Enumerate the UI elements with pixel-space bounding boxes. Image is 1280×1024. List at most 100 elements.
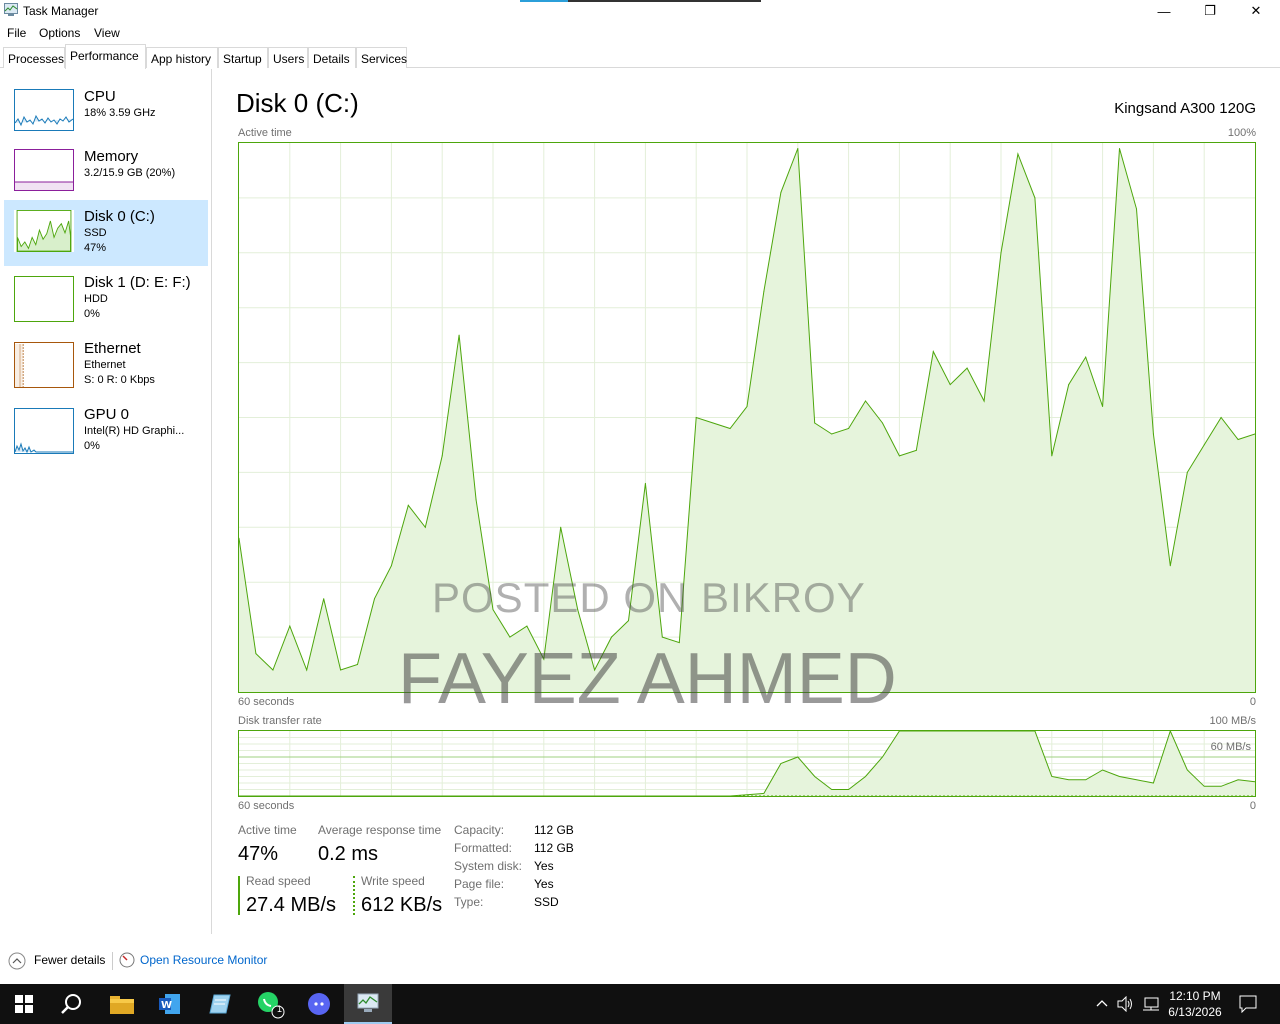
formatted-value: 112 GB [534,841,574,855]
resource-monitor-icon [119,952,135,968]
maximize-button[interactable]: ❐ [1187,0,1233,22]
active-time-data-point [763,290,765,292]
speaker-icon[interactable] [1117,996,1135,1012]
sidebar-item-label: Ethernet [84,340,141,357]
open-resource-monitor-link[interactable]: Open Resource Monitor [140,953,267,967]
sidebar-item-disk1[interactable]: Disk 1 (D: E: F:) HDD 0% [4,266,208,332]
chevron-up-icon[interactable] [8,952,26,970]
sidebar-item-usage: 0% [84,308,100,320]
sidebar-item-label: Disk 1 (D: E: F:) [84,274,191,291]
title-bar: Task Manager — ❐ ✕ [0,0,1280,22]
active-time-data-point [526,625,528,627]
active-time-data-point [932,351,934,353]
search-icon [61,994,81,1014]
gpu-thumbnail-graph [14,408,74,454]
system-clock[interactable]: 12:10 PM 6/13/2026 [1160,988,1230,1020]
task-manager-icon [357,993,379,1012]
sidebar-item-disk0[interactable]: Disk 0 (C:) SSD 47% [4,200,208,266]
notification-icon[interactable] [1239,995,1257,1013]
tab-users[interactable]: Users [268,47,308,68]
search-button[interactable] [48,984,96,1024]
active-time-data-point [475,499,477,501]
active-time-data-point [1068,384,1070,386]
active-time-data-point [1102,406,1104,407]
write-speed-label: Write speed [361,874,425,888]
task-manager-taskbar-button[interactable] [344,984,392,1024]
focus-indicator [520,0,761,2]
minimize-button[interactable]: — [1141,0,1187,22]
avg-response-label: Average response time [318,823,442,837]
whatsapp-button[interactable]: 1 [246,984,294,1024]
capacity-value: 112 GB [534,823,574,837]
sidebar-item-throughput: S: 0 R: 0 Kbps [84,374,155,386]
active-time-data-point [712,422,714,424]
transfer-rate-x-label: 60 seconds [238,800,295,812]
sidebar-item-detail: HDD [84,293,108,305]
close-button[interactable]: ✕ [1233,0,1279,22]
sidebar-item-gpu0[interactable]: GPU 0 Intel(R) HD Graphi... 0% [4,398,208,464]
type-label: Type: [454,895,484,909]
sidebar-item-detail: Intel(R) HD Graphi... [84,425,185,437]
active-time-data-point [983,400,985,402]
active-time-stat-label: Active time [238,823,297,837]
read-speed-label: Read speed [246,874,311,888]
disk1-thumbnail-graph [14,276,74,322]
system-disk-label: System disk: [454,859,523,873]
taskbar: W 1 12:10 PM 6/13/2026 [0,984,1280,1024]
active-time-data-point [1085,356,1087,358]
discord-icon [308,993,330,1015]
active-time-max-label: 100% [1227,127,1256,139]
chevron-up-icon[interactable] [1096,998,1108,1008]
tab-services[interactable]: Services [356,47,407,68]
sidebar-item-label: GPU 0 [84,406,130,423]
menu-options[interactable]: Options [39,26,80,40]
file-explorer-button[interactable] [98,984,146,1024]
active-time-data-point [1051,455,1053,457]
word-button[interactable]: W [146,984,194,1024]
sidebar-item-memory[interactable]: Memory 3.2/15.9 GB (20%) [4,129,208,195]
tab-app-history[interactable]: App history [146,47,218,68]
fewer-details-button[interactable]: Fewer details [34,953,105,967]
page-file-label: Page file: [454,877,505,891]
watermark-line1: POSTED ON BIKROY [432,574,866,621]
network-icon[interactable] [1142,996,1160,1012]
sidebar-item-cpu[interactable]: CPU 18% 3.59 GHz [4,69,208,135]
notes-app-button[interactable] [196,984,244,1024]
active-time-data-point [306,669,308,671]
active-time-data-point [390,565,392,567]
tab-processes[interactable]: Processes [3,47,65,68]
active-time-data-point [729,428,731,429]
tab-startup[interactable]: Startup [218,47,268,68]
active-time-data-point [1034,197,1036,199]
active-time-data-point [560,526,562,528]
active-time-data-point [865,400,866,402]
active-time-data-point [780,191,782,193]
transfer-rate-zero-label: 0 [1249,800,1256,812]
window-title: Task Manager [23,4,99,18]
footer-divider [112,952,113,970]
menu-view[interactable]: View [94,26,120,40]
active-time-data-point [1237,439,1239,440]
active-time-data-point [357,664,358,665]
start-button[interactable] [0,984,48,1024]
transfer-rate-chart [239,731,1255,796]
active-time-data-point [1136,208,1137,210]
discord-button[interactable] [295,984,343,1024]
tab-performance[interactable]: Performance [65,44,146,69]
menu-file[interactable]: File [7,26,26,40]
type-value: SSD [534,895,559,909]
active-time-axis-label: Active time [238,127,292,139]
active-time-data-point [814,422,816,424]
active-time-data-point [1169,565,1171,567]
disk-model: Kingsand A300 120G [1114,100,1256,117]
page-file-value: Yes [534,877,554,891]
folder-icon [110,996,134,1014]
sidebar-item-ethernet[interactable]: Ethernet Ethernet S: 0 R: 0 Kbps [4,332,208,398]
active-time-data-point [272,669,274,671]
svg-text:W: W [161,1000,172,1011]
active-time-data-point [915,449,917,451]
sidebar-item-detail: Ethernet [84,359,126,371]
write-speed-legend-line [353,876,355,915]
tab-details[interactable]: Details [308,47,356,68]
read-speed-legend-line [238,876,240,915]
